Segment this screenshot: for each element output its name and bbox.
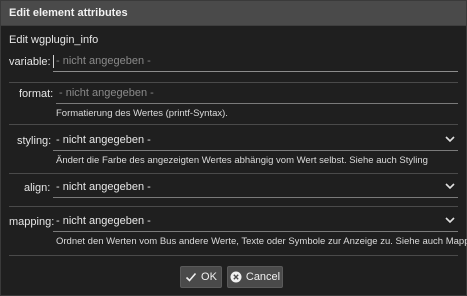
checkmark-icon — [185, 272, 197, 282]
divider — [9, 206, 458, 207]
dialog-title: Edit element attributes — [9, 7, 128, 19]
dialog-content: Edit wgplugin_info variable: - nicht ang… — [1, 26, 467, 295]
styling-hint: Ändert die Farbe des angezeigten Wertes … — [56, 155, 428, 166]
variable-placeholder: - nicht angegeben - — [56, 55, 151, 67]
mapping-hint: Ordnet den Werten vom Bus andere Werte, … — [56, 236, 467, 247]
divider — [9, 173, 458, 174]
dialog-titlebar[interactable]: Edit element attributes — [1, 1, 466, 26]
ok-button-label: OK — [201, 271, 217, 283]
cancel-button[interactable]: Cancel — [227, 266, 283, 288]
ok-button[interactable]: OK — [180, 266, 222, 288]
mapping-select[interactable]: - nicht angegeben - — [53, 213, 458, 232]
format-label: format: — [19, 88, 54, 100]
variable-input[interactable]: - nicht angegeben - — [53, 53, 458, 72]
align-value: - nicht angegeben - — [56, 181, 151, 193]
divider — [9, 255, 458, 256]
variable-label: variable: — [9, 56, 51, 68]
mapping-label: mapping: — [9, 216, 55, 228]
format-input[interactable]: - nicht angegeben - — [56, 85, 458, 104]
divider — [9, 124, 458, 125]
chevron-down-icon — [445, 136, 455, 143]
divider — [9, 82, 458, 83]
chevron-down-icon — [445, 217, 455, 224]
chevron-down-icon — [445, 183, 455, 190]
styling-value: - nicht angegeben - — [56, 134, 151, 146]
align-select[interactable]: - nicht angegeben - — [53, 179, 458, 198]
mapping-value: - nicht angegeben - — [56, 215, 151, 227]
align-label: align: — [24, 182, 51, 194]
styling-label: styling: — [17, 135, 52, 147]
close-circle-icon — [230, 271, 242, 283]
cancel-button-label: Cancel — [245, 271, 281, 283]
dialog-heading: Edit wgplugin_info — [9, 34, 99, 46]
edit-attributes-dialog: Edit element attributes Edit wgplugin_in… — [0, 0, 467, 296]
styling-select[interactable]: - nicht angegeben - — [53, 132, 458, 151]
text-caret — [53, 55, 54, 68]
format-placeholder: - nicht angegeben - — [59, 87, 154, 99]
dialog-buttons: OK Cancel — [1, 266, 466, 288]
format-hint: Formatierung des Wertes (printf-Syntax). — [56, 108, 228, 119]
